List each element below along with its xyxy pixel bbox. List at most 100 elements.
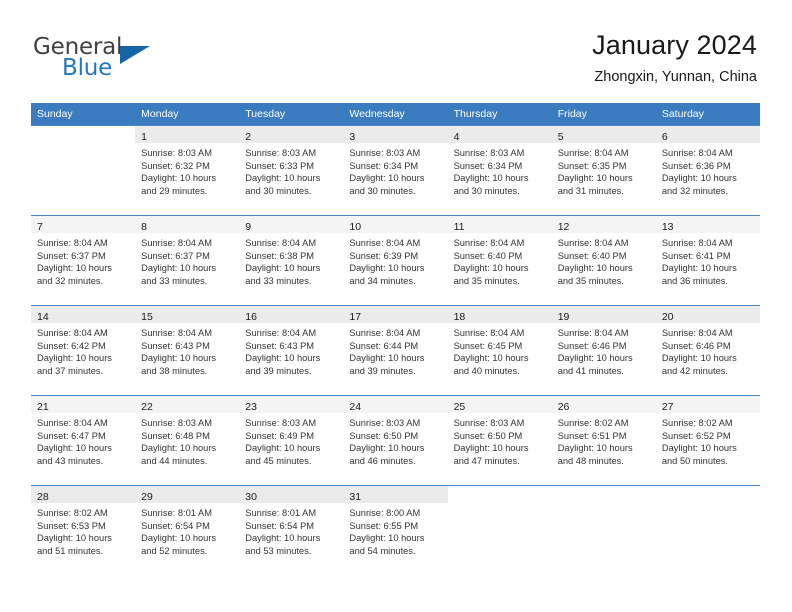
day-detail-line: Sunrise: 8:03 AM — [141, 418, 212, 428]
day-detail-line: Daylight: 10 hours — [37, 443, 112, 454]
day-number: 13 — [661, 221, 674, 233]
day-number: 14 — [37, 311, 49, 323]
calendar-day-cell[interactable]: 31 Sunrise: 8:00 AM Sunset: 6:55 PM Dayligh… — [343, 485, 448, 575]
day-number: 1 — [141, 131, 147, 143]
general-blue-logo[interactable]: General Blue — [33, 34, 203, 84]
day-detail-line: Sunset: 6:34 PM — [453, 160, 523, 171]
day-number: 20 — [661, 311, 674, 323]
logo-text-blue: Blue — [62, 55, 113, 81]
day-detail-line: Daylight: 10 hours — [349, 353, 425, 364]
day-detail-line: Sunrise: 8:01 AM — [141, 508, 212, 518]
day-detail-line: Sunset: 6:39 PM — [349, 250, 419, 261]
day-detail-text: Sunrise: 8:03 AM Sunset: 6:34 PM Daylight:… — [343, 143, 447, 197]
calendar-day-cell[interactable]: 6 Sunrise: 8:04 AM Sunset: 6:36 PM Daylight… — [655, 125, 760, 215]
calendar-day-cell[interactable]: 19 Sunrise: 8:04 AM Sunset: 6:46 PM Dayligh… — [551, 305, 656, 395]
day-detail-text: Sunrise: 8:04 AM Sunset: 6:46 PM Daylight:… — [552, 323, 656, 377]
day-detail-line: and 50 minutes. — [661, 455, 728, 466]
calendar-empty-cell — [447, 485, 552, 576]
calendar-day-cell[interactable]: 21 Sunrise: 8:04 AM Sunset: 6:47 PM Dayligh… — [31, 395, 136, 485]
calendar-day-cell[interactable]: 28 Sunrise: 8:02 AM Sunset: 6:53 PM Dayligh… — [31, 485, 136, 575]
day-detail-line: and 29 minutes. — [141, 185, 208, 196]
day-detail-line: Sunrise: 8:04 AM — [557, 238, 629, 248]
weekday-header-friday: Friday — [551, 103, 656, 125]
calendar-day-cell[interactable]: 3 Sunrise: 8:03 AM Sunset: 6:34 PM Daylight… — [343, 125, 448, 215]
day-number: 5 — [557, 131, 564, 143]
calendar-day-cell[interactable]: 17 Sunrise: 8:04 AM Sunset: 6:44 PM Dayligh… — [343, 305, 448, 395]
calendar-day-cell[interactable]: 18 Sunrise: 8:04 AM Sunset: 6:45 PM Dayligh… — [447, 305, 552, 395]
day-detail-line: and 30 minutes. — [245, 185, 312, 196]
empty-cell-fill — [448, 486, 552, 576]
day-detail-line: and 31 minutes. — [557, 185, 624, 196]
day-detail-line: Sunrise: 8:04 AM — [661, 148, 733, 158]
day-detail-line: Sunrise: 8:04 AM — [557, 328, 629, 338]
day-detail-line: Sunrise: 8:02 AM — [557, 418, 629, 428]
calendar-day-cell[interactable]: 9 Sunrise: 8:04 AM Sunset: 6:38 PM Daylight… — [239, 215, 344, 305]
day-detail-line: and 53 minutes. — [245, 545, 312, 556]
day-detail-line: Sunrise: 8:02 AM — [661, 418, 733, 428]
calendar-day-cell[interactable]: 11 Sunrise: 8:04 AM Sunset: 6:40 PM Dayligh… — [447, 215, 552, 305]
calendar-day-cell[interactable]: 27 Sunrise: 8:02 AM Sunset: 6:52 PM Dayligh… — [655, 395, 760, 485]
day-detail-line: Sunset: 6:46 PM — [557, 340, 627, 351]
day-detail-line: Daylight: 10 hours — [349, 173, 425, 184]
day-detail-line: and 52 minutes. — [141, 545, 208, 556]
day-detail-line: Sunrise: 8:04 AM — [661, 238, 733, 248]
day-detail-line: Sunrise: 8:04 AM — [557, 148, 629, 158]
calendar-day-cell[interactable]: 30 Sunrise: 8:01 AM Sunset: 6:54 PM Dayligh… — [239, 485, 344, 575]
calendar-day-cell[interactable]: 7 Sunrise: 8:04 AM Sunset: 6:37 PM Daylight… — [31, 215, 136, 305]
day-detail-line: and 30 minutes. — [349, 185, 416, 196]
calendar-empty-cell — [655, 485, 760, 575]
day-detail-line: Sunset: 6:41 PM — [661, 250, 731, 261]
calendar-day-cell[interactable]: 26 Sunrise: 8:02 AM Sunset: 6:51 PM Dayligh… — [551, 395, 656, 485]
day-number: 11 — [453, 221, 465, 233]
calendar-day-cell[interactable]: 14 Sunrise: 8:04 AM Sunset: 6:42 PM Dayligh… — [31, 305, 136, 395]
triangle-logo-icon — [120, 46, 150, 64]
day-detail-line: Sunset: 6:50 PM — [453, 430, 523, 441]
day-detail-text: Sunrise: 8:01 AM Sunset: 6:54 PM Daylight:… — [135, 503, 239, 557]
page-title: January 2024 — [592, 30, 757, 60]
day-detail-text: Sunrise: 8:03 AM Sunset: 6:49 PM Daylight:… — [239, 413, 343, 467]
day-detail-line: Sunrise: 8:03 AM — [349, 418, 421, 428]
day-detail-line: Sunrise: 8:04 AM — [37, 328, 108, 338]
calendar-day-cell[interactable]: 16 Sunrise: 8:04 AM Sunset: 6:43 PM Dayligh… — [239, 305, 344, 395]
day-detail-line: Sunset: 6:49 PM — [245, 430, 315, 441]
weekday-header-saturday: Saturday — [655, 103, 760, 125]
calendar-day-cell[interactable]: 10 Sunrise: 8:04 AM Sunset: 6:39 PM Dayligh… — [343, 215, 448, 305]
day-number: 21 — [37, 401, 49, 413]
day-detail-line: Daylight: 10 hours — [349, 533, 425, 544]
day-detail-line: Daylight: 10 hours — [141, 173, 217, 184]
day-detail-line: Sunset: 6:34 PM — [349, 160, 419, 171]
day-detail-line: and 43 minutes. — [37, 455, 104, 466]
calendar-day-cell[interactable]: 2 Sunrise: 8:03 AM Sunset: 6:33 PM Daylight… — [239, 125, 344, 215]
calendar-day-cell[interactable]: 22 Sunrise: 8:03 AM Sunset: 6:48 PM Dayligh… — [135, 395, 240, 485]
calendar-day-cell[interactable]: 20 Sunrise: 8:04 AM Sunset: 6:46 PM Dayligh… — [655, 305, 760, 395]
day-number: 9 — [245, 221, 252, 233]
calendar-day-cell[interactable]: 12 Sunrise: 8:04 AM Sunset: 6:40 PM Dayligh… — [551, 215, 656, 305]
calendar-day-cell[interactable]: 15 Sunrise: 8:04 AM Sunset: 6:43 PM Dayligh… — [135, 305, 240, 395]
day-detail-line: Daylight: 10 hours — [141, 533, 217, 544]
day-detail-text: Sunrise: 8:04 AM Sunset: 6:35 PM Daylight:… — [552, 143, 656, 197]
calendar-day-cell[interactable]: 29 Sunrise: 8:01 AM Sunset: 6:54 PM Dayligh… — [135, 485, 240, 575]
day-detail-line: Sunrise: 8:04 AM — [453, 328, 525, 338]
day-detail-text: Sunrise: 8:04 AM Sunset: 6:43 PM Daylight:… — [135, 323, 239, 377]
calendar-day-cell[interactable]: 24 Sunrise: 8:03 AM Sunset: 6:50 PM Dayligh… — [343, 395, 448, 485]
day-detail-line: Daylight: 10 hours — [37, 533, 112, 544]
page-header: General Blue January 2024 Zhongxin, Yunn… — [0, 0, 792, 100]
day-detail-line: and 39 minutes. — [349, 365, 416, 376]
calendar-day-cell[interactable]: 8 Sunrise: 8:04 AM Sunset: 6:37 PM Daylight… — [135, 215, 240, 305]
day-detail-line: Daylight: 10 hours — [245, 263, 321, 274]
calendar-day-cell[interactable]: 13 Sunrise: 8:04 AM Sunset: 6:41 PM Dayligh… — [655, 215, 760, 305]
calendar-day-cell[interactable]: 1 Sunrise: 8:03 AM Sunset: 6:32 PM Daylight… — [135, 125, 240, 215]
day-detail-line: Daylight: 10 hours — [557, 353, 633, 364]
day-detail-text: Sunrise: 8:02 AM Sunset: 6:51 PM Daylight:… — [552, 413, 656, 467]
calendar-day-cell[interactable]: 4 Sunrise: 8:03 AM Sunset: 6:34 PM Daylight… — [447, 125, 552, 215]
day-detail-line: and 33 minutes. — [141, 275, 208, 286]
calendar-day-cell[interactable]: 23 Sunrise: 8:03 AM Sunset: 6:49 PM Dayligh… — [239, 395, 344, 485]
day-detail-line: Sunset: 6:33 PM — [245, 160, 315, 171]
calendar-day-cell[interactable]: 5 Sunrise: 8:04 AM Sunset: 6:35 PM Daylight… — [551, 125, 656, 215]
calendar-day-cell[interactable]: 25 Sunrise: 8:03 AM Sunset: 6:50 PM Dayligh… — [447, 395, 552, 485]
day-detail-text: Sunrise: 8:03 AM Sunset: 6:32 PM Daylight:… — [135, 143, 239, 197]
day-detail-line: and 42 minutes. — [661, 365, 728, 376]
day-detail-line: Sunset: 6:40 PM — [453, 250, 523, 261]
day-number: 31 — [349, 491, 362, 503]
day-number: 22 — [141, 401, 153, 413]
